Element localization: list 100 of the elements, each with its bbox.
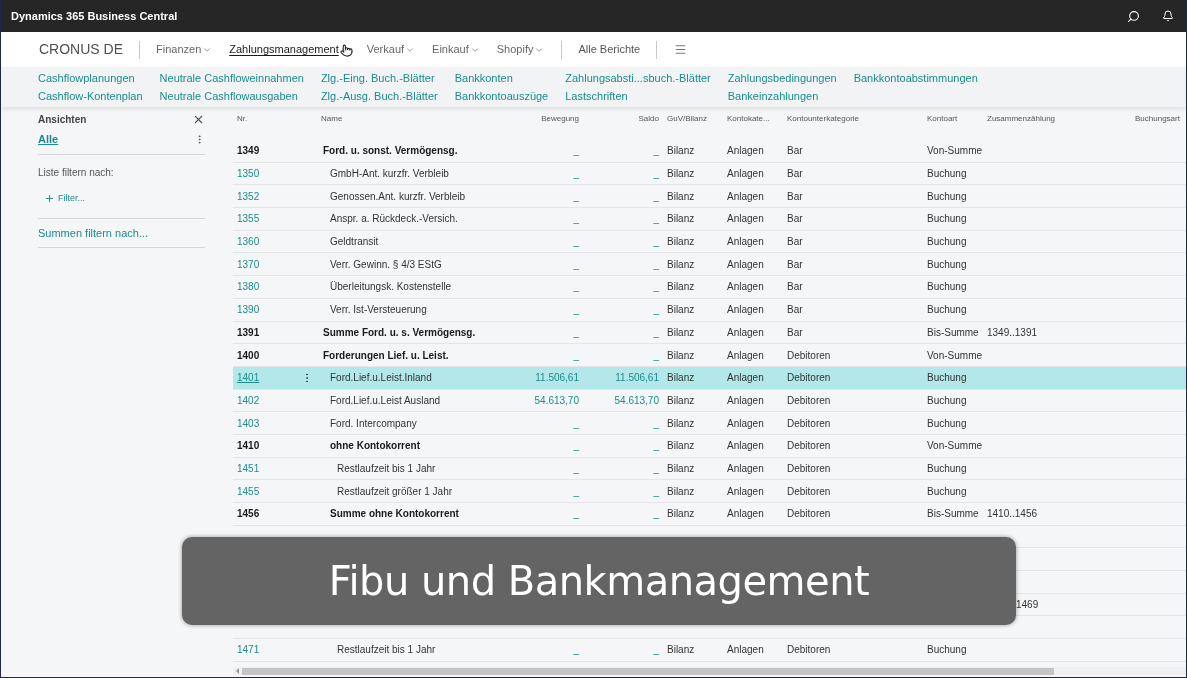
submenu-link[interactable]: Neutrale Cashfloweinnahmen	[159, 71, 304, 86]
add-filter-button[interactable]: Filter...	[44, 192, 85, 206]
account-number[interactable]: 1451	[237, 460, 260, 476]
table-row[interactable]: 1352 Genossen.Ant. kurzfr. Verbleib _ _ Bilanz Anlagen Bar Buchung	[233, 185, 1186, 209]
table-cell-text: Bar	[787, 144, 803, 159]
table-row[interactable]: 1400 Forderungen Lief. u. Leist. _ _ Bilanz Anlagen Debitoren Von-Summe	[233, 344, 1186, 367]
table-row[interactable]: 1401 Ford.Lief.u.Leist.Inland 11.506,61 11.506,61 Bilanz Anlagen Debitoren Buchung	[233, 366, 1186, 390]
submenu-link[interactable]: Zahlungsbedingungen	[727, 71, 837, 86]
account-number[interactable]: 1403	[237, 415, 260, 431]
scrollbar-thumb[interactable]	[242, 667, 1054, 675]
account-number[interactable]: 1380	[237, 279, 260, 295]
balance-value: _	[653, 167, 659, 182]
table-cell-text: Buchung	[927, 257, 967, 272]
account-name: Verr. Gewinn. § 4/3 EStG	[330, 257, 442, 272]
account-number[interactable]: 1455	[237, 483, 260, 499]
nav-menu-item[interactable]: Einkauf	[432, 41, 480, 58]
account-number[interactable]: 1352	[237, 188, 260, 204]
table-row[interactable]: 1350 GmbH-Ant. kurzfr. Verbleib _ _ Bilanz Anlagen Bar Buchung	[233, 162, 1186, 186]
table-row[interactable]: 1390 Verr. Ist-Versteuerung _ _ Bilanz Anlagen Bar Buchung	[233, 298, 1186, 322]
column-header[interactable]: Buchungsart	[1135, 113, 1180, 125]
table-cell-text: Anlagen	[727, 257, 764, 272]
close-icon[interactable]	[192, 113, 205, 126]
column-header[interactable]: Name	[321, 113, 343, 125]
submenu-link[interactable]: Zlg.-Eing. Buch.-Blätter	[320, 71, 438, 86]
balance-value: 54.613,70	[614, 393, 659, 408]
table-row[interactable]: 1410 ohne Kontokorrent _ _ Bilanz Anlagen Debitoren Von-Summe	[233, 434, 1186, 458]
totals-filter-link[interactable]: Summen filtern nach...	[38, 224, 205, 241]
account-number[interactable]: 1471	[237, 642, 260, 658]
table-cell-text: Von-Summe	[927, 439, 983, 454]
column-header[interactable]: GuV/Bilanz	[667, 113, 708, 125]
table-cell-text: Bilanz	[667, 167, 695, 182]
account-number[interactable]: 1402	[237, 392, 260, 408]
account-name: Anspr. a. Rückdeck.-Versich.	[330, 212, 458, 227]
submenu-link[interactable]: Bankkontoabstimmungen	[853, 71, 978, 86]
table-row[interactable]: 1360 Geldtransit _ _ Bilanz Anlagen Bar Buchung	[233, 230, 1186, 254]
table-cell-text: Von-Summe	[927, 348, 983, 363]
submenu-link[interactable]: Cashflow-Kontenplan	[38, 89, 143, 104]
view-link[interactable]: Alle	[38, 130, 59, 148]
column-header[interactable]: Kontoart	[927, 113, 958, 125]
table-cell-text: Anlagen	[727, 348, 764, 363]
table-row[interactable]: 1349 Ford. u. sonst. Vermögensg. _ _ Bilanz Anlagen Bar Von-Summe	[233, 140, 1186, 163]
submenu-link[interactable]: Zlg.-Ausg. Buch.-Blätter	[320, 89, 438, 104]
nav-menu-item[interactable]: Shopify	[496, 41, 545, 58]
column-header[interactable]: Kontokate...	[727, 113, 770, 125]
account-number[interactable]: 1349	[237, 143, 260, 159]
account-number[interactable]: 1391	[237, 324, 260, 340]
account-number[interactable]: 1400	[237, 347, 260, 363]
account-number[interactable]: 1456	[237, 506, 260, 522]
nav-menu-item[interactable]: Finanzen	[156, 41, 213, 58]
table-row[interactable]: 1455 Restlaufzeit größer 1 Jahr _ _ Bilanz Anlagen Debitoren Buchung	[233, 480, 1186, 503]
table-cell-text: Bilanz	[667, 303, 695, 318]
table-cell-text: Bar	[787, 280, 803, 295]
company-name[interactable]: CRONUS DE	[39, 39, 123, 60]
table-row[interactable]: 1370 Verr. Gewinn. § 4/3 EStG _ _ Bilanz Anlagen Bar Buchung	[233, 253, 1186, 277]
table-cell-text: Bar	[787, 257, 803, 272]
account-name: Forderungen Lief. u. Leist.	[323, 348, 449, 363]
table-cell-text: Bilanz	[667, 371, 695, 386]
nav-menu-item[interactable]: Zahlungsmanagement	[229, 41, 350, 58]
table-cell-text: Bilanz	[667, 144, 695, 159]
nav-menu-item[interactable]: Alle Berichte	[578, 41, 641, 58]
column-header[interactable]: Bewegung	[541, 113, 579, 125]
table-cell-text: Anlagen	[727, 507, 764, 522]
table-cell-text: Buchung	[927, 643, 967, 658]
account-number[interactable]: 1360	[237, 234, 260, 250]
column-header[interactable]: Nr.	[237, 113, 248, 125]
table-row[interactable]: 1380 Überleitungsk. Kostenstelle _ _ Bilanz Anlagen Bar Buchung	[233, 276, 1186, 299]
submenu-link[interactable]: Cashflowplanungen	[38, 71, 143, 86]
search-icon[interactable]	[1127, 9, 1140, 23]
account-number[interactable]: 1410	[237, 438, 260, 454]
scroll-left-icon[interactable]	[236, 668, 239, 674]
table-cell-text: Anlagen	[727, 167, 764, 182]
submenu-link[interactable]: Bankeinzahlungen	[727, 89, 837, 104]
submenu-link[interactable]: Zahlungsabsti...sbuch.-Blätter	[565, 71, 711, 86]
table-row[interactable]: 1391 Summe Ford. u. s. Vermögensg. _ _ Bilanz Anlagen Bar Bis-Summe 1349..1391	[233, 321, 1186, 345]
table-row[interactable]: 1456 Summe ohne Kontokorrent _ _ Bilanz Anlagen Debitoren Bis-Summe 1410..1456	[233, 503, 1186, 526]
table-row[interactable]: 1403 Ford. Intercompany _ _ Bilanz Anlagen Debitoren Buchung	[233, 412, 1186, 435]
table-row[interactable]: 1355 Anspr. a. Rückdeck.-Versich. _ _ Bilanz Anlagen Bar Buchung	[233, 208, 1186, 231]
column-header[interactable]: Saldo	[638, 113, 659, 125]
menu-icon[interactable]	[674, 43, 688, 56]
table-row[interactable]: 1402 Ford.Lief.u.Leist Ausland 54.613,70 54.613,70 Bilanz Anlagen Debitoren Buchung	[233, 389, 1186, 413]
account-number[interactable]: 1390	[237, 302, 260, 318]
submenu-link[interactable]: Bankkontoauszüge	[454, 89, 549, 104]
caption-text: Fibu und Bankmanagement	[328, 557, 870, 606]
table-cell-text: Anlagen	[727, 461, 764, 476]
notification-icon[interactable]	[1162, 10, 1174, 22]
column-header[interactable]: Kontounterkategorie	[787, 113, 860, 125]
table-row[interactable]: 1471 Restlaufzeit bis 1 Jahr _ _ Bilanz Anlagen Debitoren Buchung	[233, 639, 1186, 662]
submenu-link[interactable]: Neutrale Cashflowausgaben	[159, 89, 304, 104]
submenu-link[interactable]: Lastschriften	[565, 89, 711, 104]
account-number[interactable]: 1350	[237, 166, 260, 182]
movement-value: _	[573, 212, 579, 227]
column-header[interactable]: Zusammenzählung	[987, 113, 1056, 125]
account-number[interactable]: 1355	[237, 211, 260, 227]
table-cell-text: Bilanz	[667, 325, 695, 340]
account-number[interactable]: 1370	[237, 256, 260, 272]
table-cell-text: Buchung	[927, 484, 967, 499]
table-row[interactable]: 1451 Restlaufzeit bis 1 Jahr _ _ Bilanz Anlagen Debitoren Buchung	[233, 457, 1186, 481]
nav-menu-item[interactable]: Verkauf	[366, 41, 416, 58]
movement-value: _	[573, 439, 579, 454]
submenu-link[interactable]: Bankkonten	[454, 71, 549, 86]
